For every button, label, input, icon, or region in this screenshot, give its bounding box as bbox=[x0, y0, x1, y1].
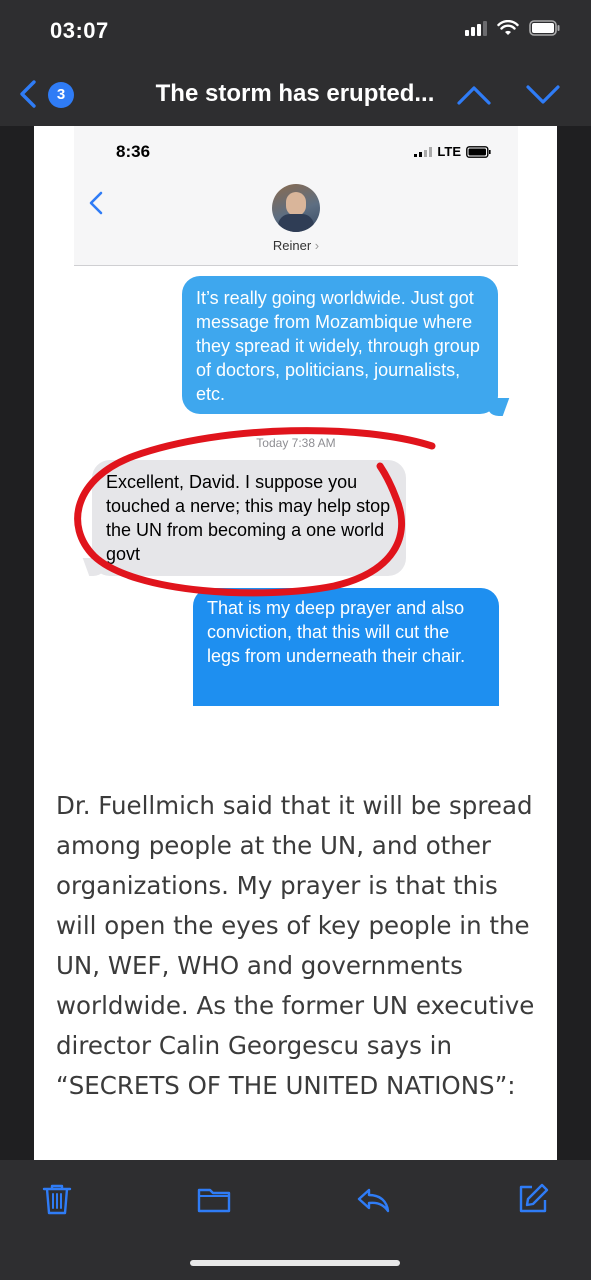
article-paragraph: Dr. Fuellmich said that it will be sprea… bbox=[56, 791, 535, 1100]
message-bubble-sent: It’s really going worldwide. Just got me… bbox=[182, 276, 498, 414]
signal-icon bbox=[414, 146, 433, 157]
unread-count-badge[interactable]: 3 bbox=[48, 82, 74, 108]
chevron-left-icon bbox=[89, 191, 103, 215]
right-margin bbox=[557, 126, 591, 1160]
avatar bbox=[272, 184, 320, 232]
message-bubble-received: Excellent, David. I suppose you touched … bbox=[92, 460, 406, 576]
nav-bar: 3 The storm has erupted... bbox=[0, 62, 591, 126]
embedded-header: 8:36 LTE Reiner › bbox=[74, 126, 518, 266]
carrier-label: LTE bbox=[437, 144, 461, 159]
contact-name: Reiner › bbox=[272, 238, 320, 253]
embedded-time: 8:36 bbox=[116, 142, 151, 161]
folder-icon[interactable] bbox=[197, 1182, 231, 1216]
signal-icon bbox=[465, 20, 487, 36]
left-margin bbox=[0, 126, 34, 1160]
wifi-icon bbox=[497, 20, 519, 35]
chevron-down-icon[interactable] bbox=[525, 82, 561, 108]
compose-icon[interactable] bbox=[516, 1182, 550, 1216]
message-timestamp: Today 7:38 AM bbox=[256, 436, 336, 450]
message-subject-title: The storm has erupted... bbox=[155, 80, 435, 107]
status-icons bbox=[465, 20, 561, 36]
reply-icon[interactable] bbox=[356, 1182, 390, 1216]
chevron-up-icon[interactable] bbox=[456, 82, 492, 108]
embedded-status: LTE bbox=[414, 144, 492, 159]
status-time: 03:07 bbox=[50, 18, 109, 43]
battery-icon bbox=[466, 145, 491, 158]
status-bar: 03:07 bbox=[0, 0, 591, 62]
chevron-left-icon[interactable] bbox=[16, 76, 40, 112]
trash-icon[interactable] bbox=[40, 1182, 74, 1216]
message-bubble-sent: That is my deep prayer and also convicti… bbox=[193, 588, 499, 706]
email-body[interactable]: 8:36 LTE Reiner › It’s really going worl… bbox=[34, 126, 557, 1160]
battery-icon bbox=[529, 20, 560, 36]
home-indicator[interactable] bbox=[190, 1260, 400, 1266]
embedded-message-screenshot: 8:36 LTE Reiner › It’s really going worl… bbox=[74, 126, 518, 726]
